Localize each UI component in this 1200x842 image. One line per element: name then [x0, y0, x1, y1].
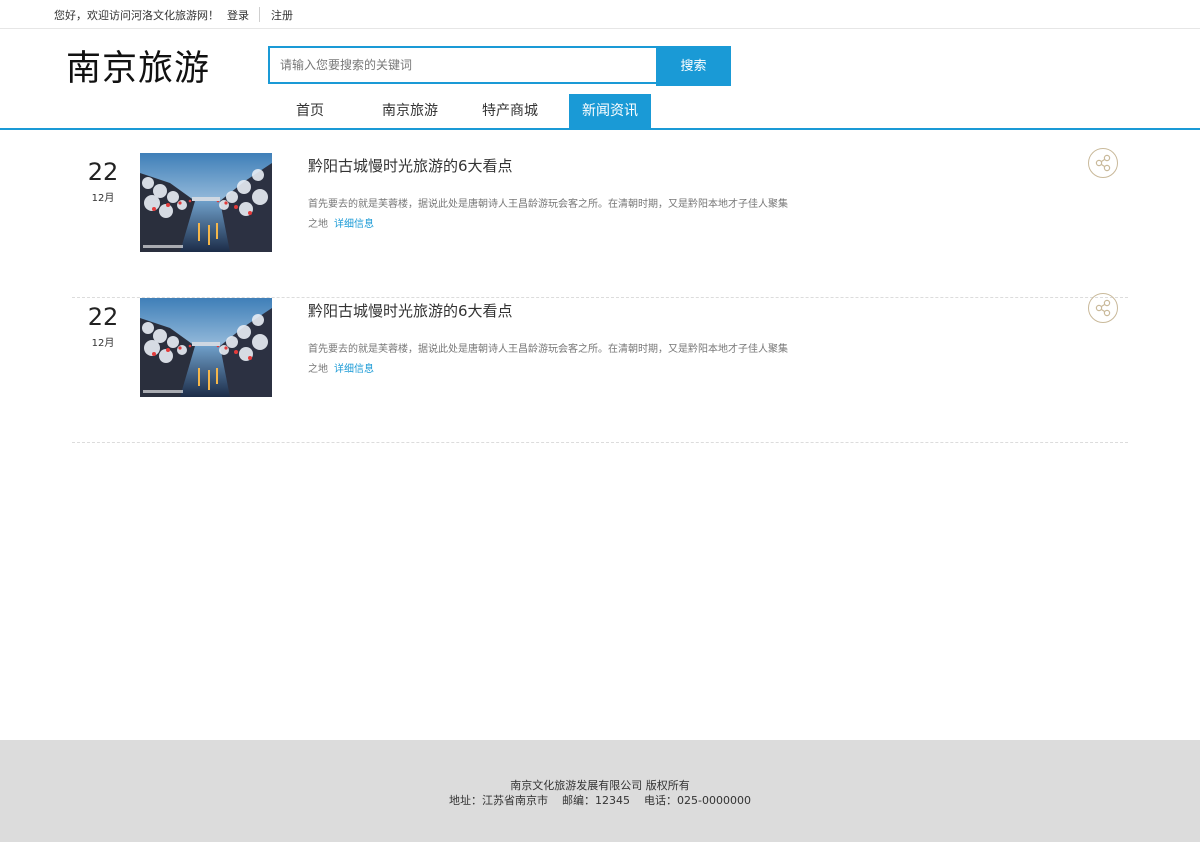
- news-summary-text: 首先要去的就是芙蓉楼，据说此处是唐朝诗人王昌龄游玩会客之所。在清朝时期，又是黔阳…: [308, 199, 788, 230]
- news-title[interactable]: 黔阳古城慢时光旅游的6大看点: [308, 300, 513, 321]
- divider: [259, 7, 260, 22]
- news-title[interactable]: 黔阳古城慢时光旅游的6大看点: [308, 155, 513, 176]
- login-link[interactable]: 登录: [227, 7, 249, 23]
- search-box: [268, 46, 656, 84]
- news-month: 12月: [91, 338, 115, 349]
- welcome-text: 您好，欢迎访问河洛文化旅游网！: [54, 9, 219, 22]
- search-button[interactable]: 搜索: [656, 46, 731, 86]
- top-bar: 您好，欢迎访问河洛文化旅游网！ 登录 注册: [0, 0, 1200, 29]
- site-logo[interactable]: 南京旅游: [66, 40, 210, 91]
- nav-underline: [0, 128, 1200, 130]
- share-button[interactable]: [1088, 148, 1118, 178]
- footer: 南京文化旅游发展有限公司 版权所有 地址：江苏省南京市 邮编：12345 电话：…: [0, 740, 1200, 842]
- canal-snow-scene-image: [140, 153, 272, 252]
- news-summary: 首先要去的就是芙蓉楼，据说此处是唐朝诗人王昌龄游玩会客之所。在清朝时期，又是黔阳…: [308, 340, 788, 380]
- news-item: 22 12月 黔阳古城慢时光旅游的6大看点 首先要去的就是芙蓉楼，据说此处是唐朝…: [72, 293, 1128, 443]
- news-day: 22: [87, 303, 119, 331]
- nav-item-specialty-mall[interactable]: 特产商城: [474, 94, 546, 128]
- news-summary-text: 首先要去的就是芙蓉楼，据说此处是唐朝诗人王昌龄游玩会客之所。在清朝时期，又是黔阳…: [308, 344, 788, 375]
- news-month: 12月: [91, 193, 115, 204]
- news-item: 22 12月 黔阳古城慢时光旅游的6大看点 首先要去的就是芙蓉楼，据说此处是唐朝…: [72, 148, 1128, 298]
- main-nav: 首页 南京旅游 特产商城 新闻资讯: [0, 94, 1200, 130]
- register-link[interactable]: 注册: [271, 7, 293, 23]
- footer-copyright: 南京文化旅游发展有限公司 版权所有: [510, 779, 690, 792]
- share-button[interactable]: [1088, 293, 1118, 323]
- read-more-link[interactable]: 详细信息: [334, 364, 374, 375]
- news-thumbnail[interactable]: [140, 153, 272, 252]
- search-input[interactable]: [270, 48, 650, 82]
- nav-item-nanjing-travel[interactable]: 南京旅游: [374, 94, 446, 128]
- footer-address: 地址：江苏省南京市 邮编：12345 电话：025-0000000: [449, 794, 751, 807]
- read-more-link[interactable]: 详细信息: [334, 219, 374, 230]
- share-icon: [1095, 299, 1111, 317]
- nav-item-home[interactable]: 首页: [278, 94, 342, 128]
- news-summary: 首先要去的就是芙蓉楼，据说此处是唐朝诗人王昌龄游玩会客之所。在清朝时期，又是黔阳…: [308, 195, 788, 235]
- news-thumbnail[interactable]: [140, 298, 272, 397]
- news-day: 22: [87, 158, 119, 186]
- canal-snow-scene-image: [140, 298, 272, 397]
- share-icon: [1095, 154, 1111, 172]
- nav-item-news[interactable]: 新闻资讯: [569, 94, 651, 128]
